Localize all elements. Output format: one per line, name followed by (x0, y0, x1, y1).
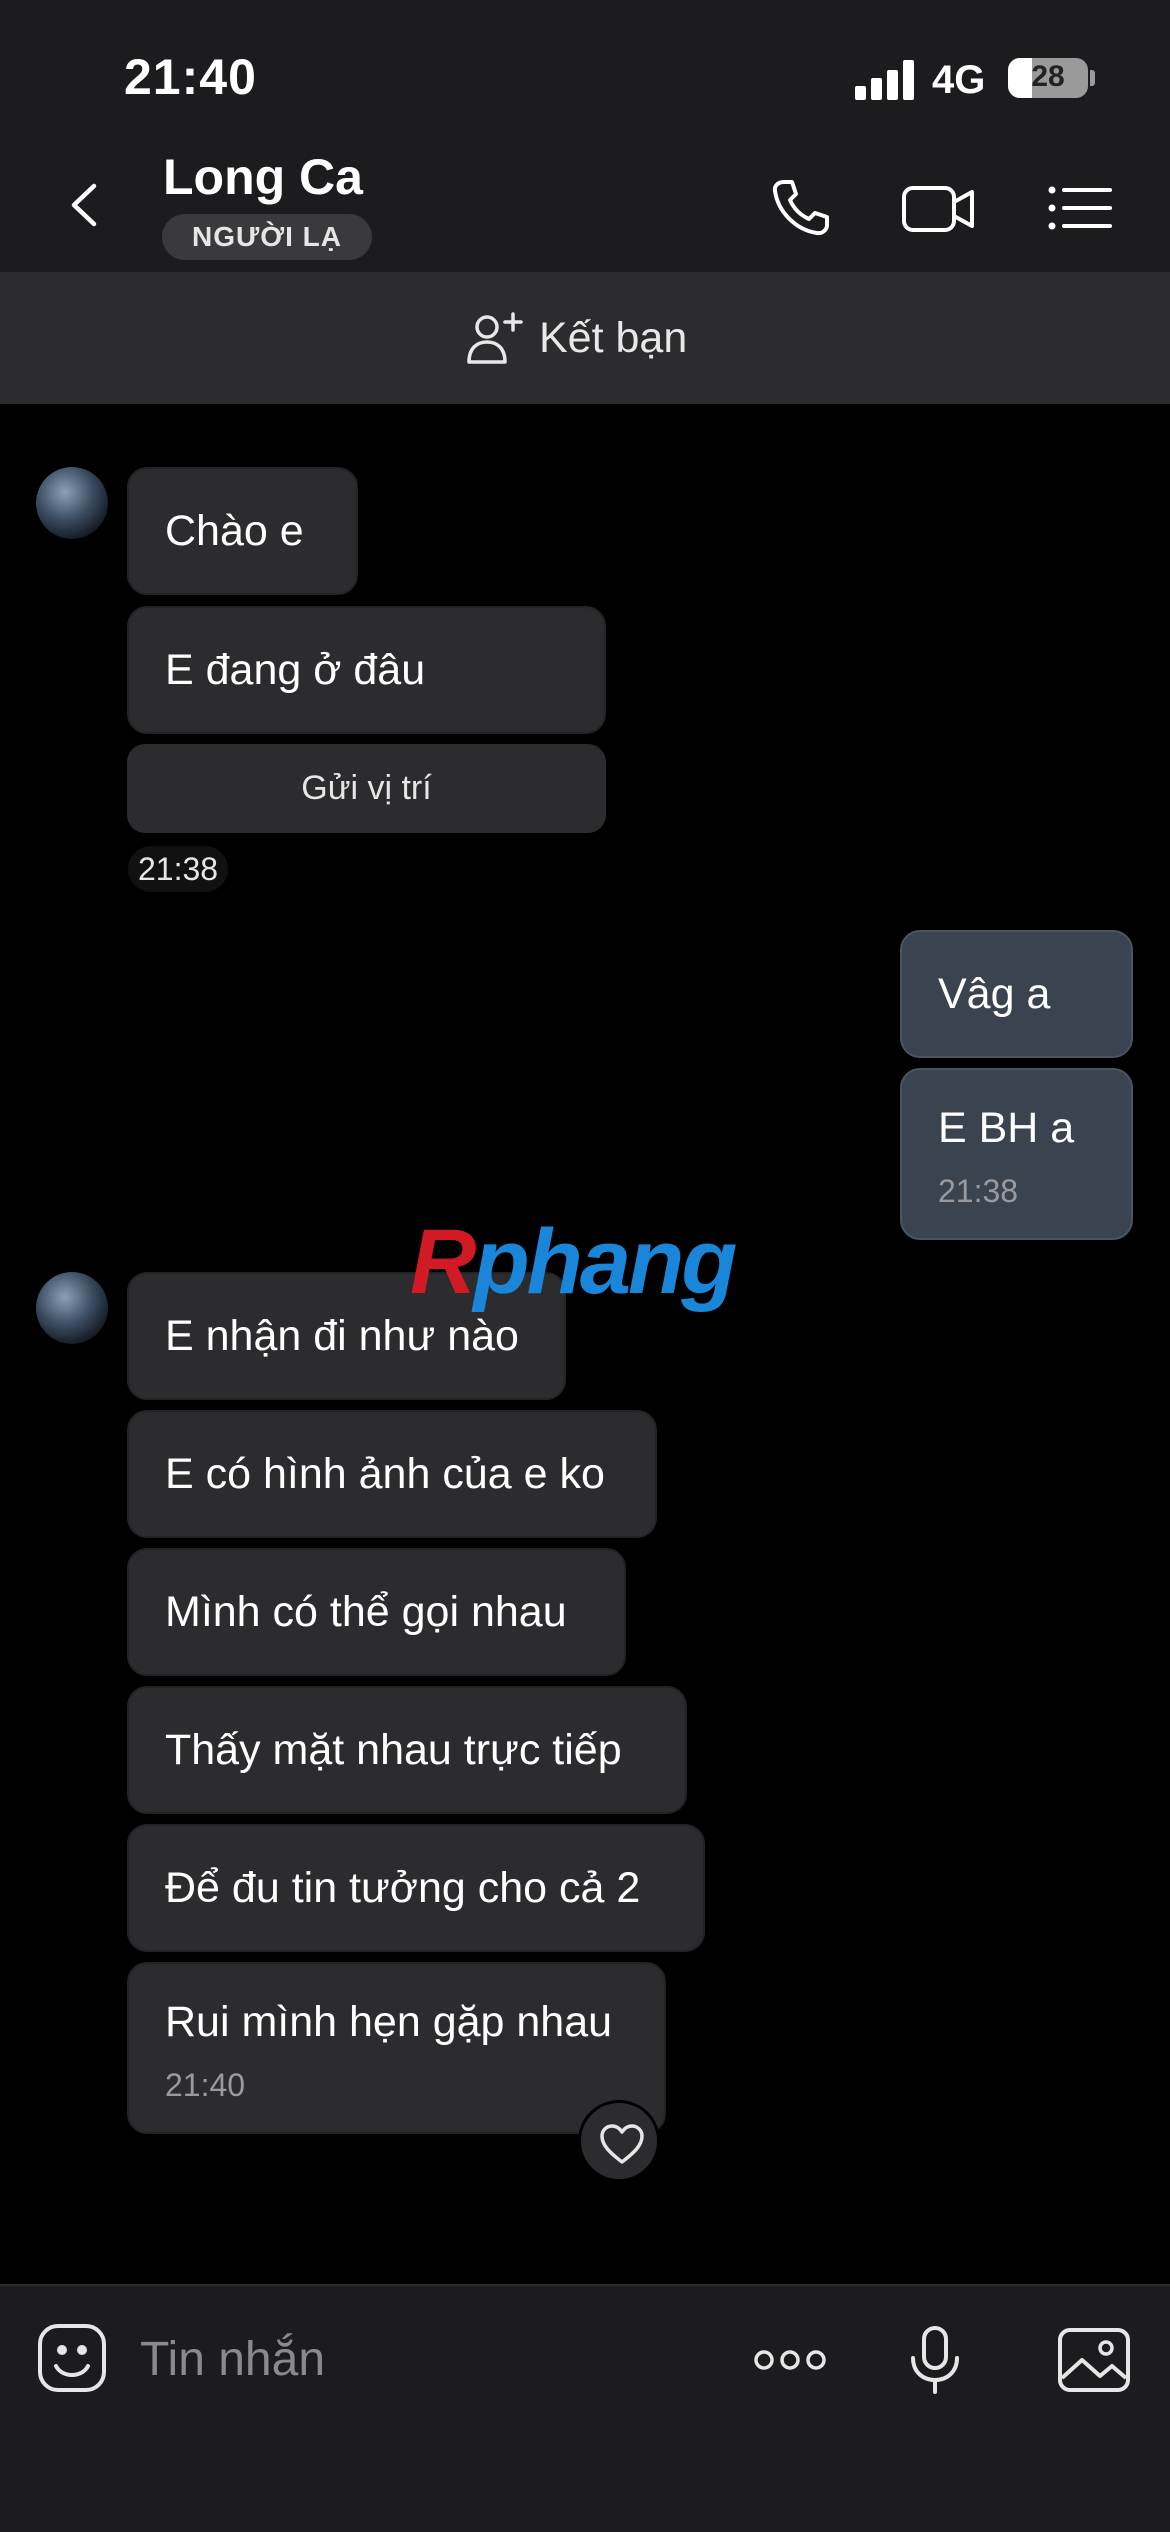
watermark-part-2: phang (473, 1211, 737, 1313)
contact-avatar[interactable] (36, 1272, 108, 1344)
watermark-part-1: R (410, 1211, 476, 1313)
phone-icon[interactable] (764, 172, 836, 244)
image-icon[interactable] (1056, 2322, 1132, 2398)
add-friend-label: Kết bạn (539, 313, 688, 362)
message-composer (0, 2284, 1170, 2532)
message-bubble-incoming[interactable]: Chào e (127, 467, 358, 595)
message-text: Mình có thể gọi nhau (165, 1588, 567, 1636)
message-text: Chào e (165, 507, 304, 555)
message-time: 21:40 (165, 2067, 246, 2103)
chat-header: Long Ca NGƯỜI LẠ (0, 140, 1170, 272)
message-bubble-outgoing[interactable]: Vâg a (900, 930, 1133, 1058)
message-bubble-incoming[interactable]: Để đu tin tưởng cho cả 2 (127, 1824, 705, 1952)
react-heart-button[interactable] (578, 2100, 660, 2182)
message-text: Vâg a (938, 970, 1051, 1018)
message-text: E có hình ảnh của e ko (165, 1450, 605, 1498)
contact-name[interactable]: Long Ca (163, 148, 363, 206)
emoji-icon[interactable] (36, 2322, 108, 2394)
battery-icon: 28 (1008, 58, 1088, 98)
message-time: 21:38 (938, 1173, 1019, 1209)
add-friend-button[interactable]: Kết bạn (0, 272, 1170, 404)
message-text: E BH a (938, 1104, 1075, 1152)
message-text: Để đu tin tưởng cho cả 2 (165, 1864, 641, 1912)
message-bubble-outgoing[interactable]: E BH a 21:38 (900, 1068, 1133, 1240)
add-friend-content: Kết bạn (465, 310, 687, 366)
status-bar: 21:40 4G 28 (0, 0, 1170, 140)
message-text: Rui mình hẹn gặp nhau (165, 1998, 613, 2046)
watermark-logo: Rphang (410, 1210, 737, 1315)
message-bubble-incoming[interactable]: E có hình ảnh của e ko (127, 1410, 657, 1538)
message-text: Thấy mặt nhau trực tiếp (165, 1726, 622, 1774)
message-bubble-incoming[interactable]: E đang ở đâu (127, 606, 606, 734)
message-bubble-incoming[interactable]: Mình có thể gọi nhau (127, 1548, 626, 1676)
message-timestamp: 21:38 (128, 846, 229, 892)
send-location-button[interactable]: Gửi vị trí (127, 744, 606, 833)
microphone-icon[interactable] (897, 2322, 973, 2398)
network-type: 4G (932, 58, 986, 102)
video-call-icon[interactable] (900, 172, 978, 244)
back-icon[interactable] (60, 180, 110, 230)
message-text: E đang ở đâu (165, 646, 426, 694)
status-time: 21:40 (124, 49, 257, 105)
message-input[interactable] (140, 2322, 700, 2396)
add-person-icon (467, 312, 523, 364)
signal-icon (855, 60, 917, 100)
more-icon[interactable] (752, 2322, 828, 2398)
message-bubble-incoming[interactable]: Thấy mặt nhau trực tiếp (127, 1686, 687, 1814)
contact-avatar[interactable] (36, 467, 108, 539)
message-bubble-incoming[interactable]: Rui mình hẹn gặp nhau 21:40 (127, 1962, 666, 2134)
battery-cap (1090, 70, 1095, 86)
stranger-badge: NGƯỜI LẠ (162, 214, 372, 260)
message-text: E nhận đi như nào (165, 1312, 519, 1360)
menu-list-icon[interactable] (1044, 172, 1116, 244)
battery-level: 28 (1031, 60, 1065, 93)
heart-icon (600, 2124, 644, 2164)
